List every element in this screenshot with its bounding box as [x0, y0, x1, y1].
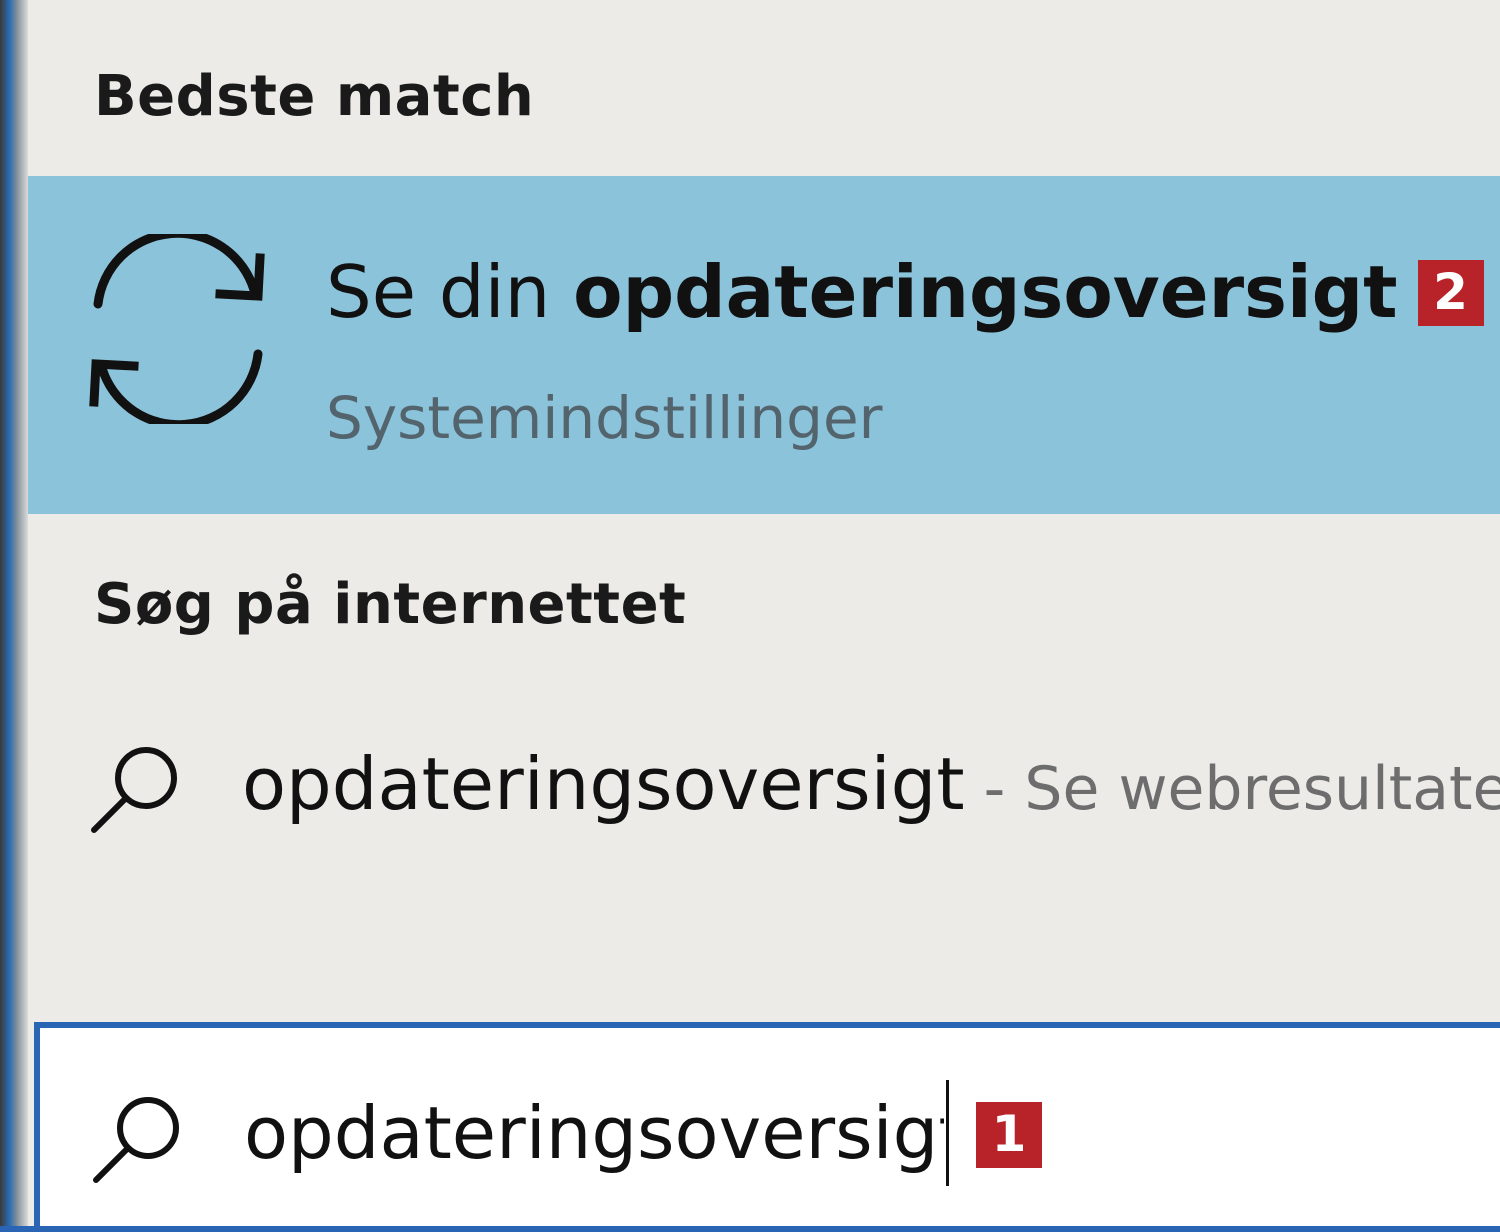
sync-icon	[89, 234, 265, 424]
bottom-border	[0, 1226, 1500, 1232]
web-search-query-text: opdateringsoversigt	[242, 742, 965, 826]
text-caret	[946, 1080, 949, 1186]
taskbar-edge	[0, 0, 28, 1232]
web-search-header: Søg på internettet	[94, 572, 687, 637]
best-match-result[interactable]: Se din opdateringsoversigt 2 Systemindsti…	[28, 176, 1500, 514]
web-search-result[interactable]: opdateringsoversigt - Se webresultater	[28, 712, 1500, 862]
search-box[interactable]: 1	[34, 1022, 1500, 1232]
step-badge-2: 2	[1417, 260, 1484, 326]
best-match-subtitle: Systemindstillinger	[326, 384, 883, 452]
search-icon	[91, 747, 177, 833]
step-badge-1: 1	[976, 1102, 1042, 1168]
best-match-title-prefix: Se din	[326, 250, 574, 334]
web-search-query: opdateringsoversigt - Se webresultater	[242, 742, 1500, 826]
best-match-title-bold: opdateringsoversigt	[573, 250, 1398, 334]
search-icon	[93, 1097, 179, 1183]
search-input[interactable]	[244, 1086, 944, 1180]
best-match-title: Se din opdateringsoversigt 2	[326, 250, 1484, 334]
web-search-suffix: - Se webresultater	[964, 754, 1500, 824]
best-match-header: Bedste match	[94, 64, 535, 129]
